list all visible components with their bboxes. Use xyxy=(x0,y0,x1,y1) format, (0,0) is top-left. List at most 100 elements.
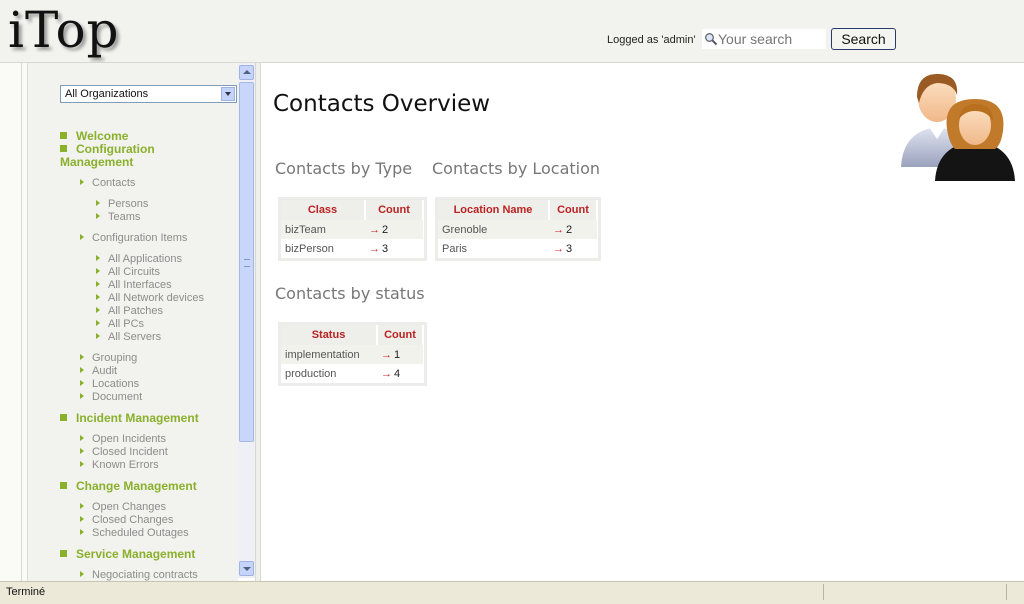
contacts-by-status-table: Status Count implementation → 1 productio… xyxy=(278,322,427,386)
menu-item-open-changes[interactable]: Open Changes xyxy=(80,501,166,514)
menu-item-all-pcs[interactable]: All PCs xyxy=(96,318,144,331)
menu-item-known-errors[interactable]: Known Errors xyxy=(80,459,159,472)
menu-service-management[interactable]: Service Management xyxy=(60,548,195,561)
menu-item-open-incidents[interactable]: Open Incidents xyxy=(80,433,166,446)
row-label: production xyxy=(281,364,377,383)
triangle-bullet-icon xyxy=(80,380,84,386)
count-link[interactable]: → 3 xyxy=(365,239,423,258)
bullet-square-icon xyxy=(60,482,67,489)
table-row: Paris → 3 xyxy=(438,239,597,258)
search-box xyxy=(702,29,826,49)
menu-item-all-servers[interactable]: All Servers xyxy=(96,331,161,344)
menu-item-teams[interactable]: Teams xyxy=(96,211,140,224)
page-title: Contacts Overview xyxy=(273,91,491,117)
triangle-bullet-icon xyxy=(96,255,100,261)
menu-item-grouping[interactable]: Grouping xyxy=(80,352,137,365)
sidebar: All Organizations Welcome Configuration … xyxy=(28,63,238,581)
table-row: bizPerson → 3 xyxy=(281,239,423,258)
menu-item-persons[interactable]: Persons xyxy=(96,198,148,211)
triangle-bullet-icon xyxy=(80,393,84,399)
menu-item-configuration-items[interactable]: Configuration Items xyxy=(80,232,187,245)
menu-item-all-applications[interactable]: All Applications xyxy=(96,253,182,266)
menu-item-contacts[interactable]: Contacts xyxy=(80,177,135,190)
sidebar-scrollbar[interactable] xyxy=(238,63,255,578)
count-link[interactable]: → 4 xyxy=(377,364,423,383)
menu-item-locations[interactable]: Locations xyxy=(80,378,139,391)
menu-item-closed-incident[interactable]: Closed Incident xyxy=(80,446,168,459)
bullet-square-icon xyxy=(60,132,67,139)
row-label: bizTeam xyxy=(281,220,365,239)
menu-item-scheduled-outages[interactable]: Scheduled Outages xyxy=(80,527,189,540)
logged-user-label: Logged as 'admin' xyxy=(607,34,696,46)
left-frame-strip xyxy=(0,63,28,581)
row-label: Paris xyxy=(438,239,549,258)
main-content: Contacts Overview Contacts by Type Class… xyxy=(261,63,1024,581)
bullet-square-icon xyxy=(60,145,67,152)
status-separator xyxy=(1006,584,1007,600)
triangle-bullet-icon xyxy=(80,354,84,360)
menu-item-all-interfaces[interactable]: All Interfaces xyxy=(96,279,172,292)
scrollbar-thumb[interactable] xyxy=(239,82,254,442)
count-link[interactable]: → 3 xyxy=(549,239,597,258)
triangle-bullet-icon xyxy=(96,320,100,326)
triangle-bullet-icon xyxy=(96,333,100,339)
triangle-bullet-icon xyxy=(80,179,84,185)
bullet-square-icon xyxy=(60,550,67,557)
count-link[interactable]: → 1 xyxy=(377,345,423,364)
section-title-contacts-by-type: Contacts by Type xyxy=(275,159,413,178)
browser-status-bar: Terminé xyxy=(0,581,1024,604)
menu-item-closed-changes[interactable]: Closed Changes xyxy=(80,514,173,527)
section-title-contacts-by-status: Contacts by status xyxy=(275,284,425,303)
scroll-down-icon[interactable] xyxy=(239,561,254,576)
arrow-right-icon: → xyxy=(553,242,564,255)
triangle-bullet-icon xyxy=(80,571,84,577)
scroll-up-icon[interactable] xyxy=(239,65,254,80)
table-header-row: Class Count xyxy=(281,200,424,220)
table-row: production → 4 xyxy=(281,364,423,383)
status-separator xyxy=(823,584,824,600)
triangle-bullet-icon xyxy=(96,268,100,274)
arrow-right-icon: → xyxy=(369,223,380,236)
itop-logo[interactable]: iTop xyxy=(8,2,120,58)
column-header-count[interactable]: Count xyxy=(377,325,424,345)
triangle-bullet-icon xyxy=(96,200,100,206)
table-header-row: Location Name Count xyxy=(438,200,598,220)
menu-item-all-circuits[interactable]: All Circuits xyxy=(96,266,160,279)
column-header-count[interactable]: Count xyxy=(365,200,424,220)
table-row: bizTeam → 2 xyxy=(281,220,423,239)
arrow-right-icon: → xyxy=(553,223,564,236)
menu-incident-management[interactable]: Incident Management xyxy=(60,412,199,425)
column-header-status[interactable]: Status xyxy=(281,325,378,345)
arrow-right-icon: → xyxy=(381,348,392,361)
menu-configuration-management[interactable]: Configuration Management xyxy=(60,143,180,169)
table-row: Grenoble → 2 xyxy=(438,220,597,239)
row-label: implementation xyxy=(281,345,377,364)
triangle-bullet-icon xyxy=(96,294,100,300)
column-header-count[interactable]: Count xyxy=(549,200,598,220)
column-header-class[interactable]: Class xyxy=(281,200,366,220)
triangle-bullet-icon xyxy=(96,307,100,313)
menu-change-management[interactable]: Change Management xyxy=(60,480,197,493)
count-link[interactable]: → 2 xyxy=(365,220,423,239)
menu-item-document[interactable]: Document xyxy=(80,391,142,404)
row-label: Grenoble xyxy=(438,220,549,239)
table-header-row: Status Count xyxy=(281,325,424,345)
triangle-bullet-icon xyxy=(80,435,84,441)
count-link[interactable]: → 2 xyxy=(549,220,597,239)
triangle-bullet-icon xyxy=(80,461,84,467)
menu-item-all-patches[interactable]: All Patches xyxy=(96,305,163,318)
organization-select[interactable]: All Organizations xyxy=(60,85,237,103)
menu-item-negotiating-contracts[interactable]: Negociating contracts xyxy=(80,569,198,581)
bullet-square-icon xyxy=(60,414,67,421)
organization-select-value: All Organizations xyxy=(65,88,149,100)
search-button[interactable]: Search xyxy=(831,28,896,50)
menu-item-all-network-devices[interactable]: All Network devices xyxy=(96,292,204,305)
column-header-location-name[interactable]: Location Name xyxy=(438,200,550,220)
menu-item-audit[interactable]: Audit xyxy=(80,365,117,378)
triangle-bullet-icon xyxy=(80,448,84,454)
search-input[interactable] xyxy=(718,30,824,48)
header: iTop Logged as 'admin' Search xyxy=(0,0,1024,63)
arrow-right-icon: → xyxy=(381,367,392,380)
triangle-bullet-icon xyxy=(80,367,84,373)
chevron-down-icon[interactable] xyxy=(221,87,235,101)
